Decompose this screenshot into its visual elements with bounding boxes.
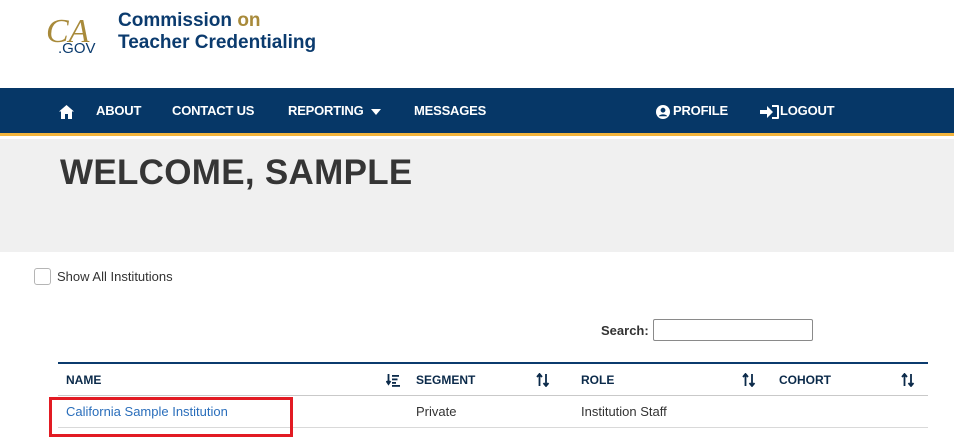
show-all-checkbox[interactable] xyxy=(34,267,51,285)
nav-reporting-label: REPORTING xyxy=(288,103,364,118)
agency-name-line1: Commission on xyxy=(118,10,316,32)
cell-segment: Private xyxy=(416,404,457,419)
page-title: WELCOME, SAMPLE xyxy=(60,153,413,192)
sort-both-icon[interactable] xyxy=(742,373,756,387)
sort-amount-down-icon[interactable] xyxy=(386,373,400,387)
nav-contact-us[interactable]: CONTACT US xyxy=(172,88,254,133)
sort-both-icon[interactable] xyxy=(901,373,915,387)
highlight-box xyxy=(49,397,293,437)
nav-profile[interactable]: PROFILE xyxy=(656,88,728,133)
col-header-name[interactable]: NAME xyxy=(66,364,101,396)
agency-name: Commission on Teacher Credentialing xyxy=(118,10,316,54)
nav-messages[interactable]: MESSAGES xyxy=(414,88,486,133)
main-navbar: ABOUT CONTACT US REPORTING MESSAGES PROF… xyxy=(0,88,954,136)
sort-both-icon[interactable] xyxy=(536,373,550,387)
cell-role: Institution Staff xyxy=(581,404,667,419)
gov-text: .GOV xyxy=(58,40,96,57)
nav-logout[interactable]: LOGOUT xyxy=(760,88,835,133)
search-input[interactable] xyxy=(652,319,813,341)
nav-home[interactable] xyxy=(59,88,74,133)
welcome-banner: WELCOME, SAMPLE xyxy=(0,139,954,252)
agency-name-on: on xyxy=(237,10,261,31)
table-search: Search: xyxy=(601,319,813,341)
col-header-cohort[interactable]: COHORT xyxy=(779,364,831,396)
agency-name-commission: Commission xyxy=(118,10,238,31)
show-all-institutions-toggle[interactable]: Show All Institutions xyxy=(34,266,173,286)
show-all-label: Show All Institutions xyxy=(57,268,173,284)
sign-in-icon xyxy=(760,104,779,119)
search-label: Search: xyxy=(601,322,649,338)
nav-about[interactable]: ABOUT xyxy=(96,88,141,133)
nav-logout-label: LOGOUT xyxy=(780,103,835,118)
ca-gov-logo-icon: CA .GOV xyxy=(46,13,96,57)
user-circle-icon xyxy=(656,104,670,119)
col-header-segment[interactable]: SEGMENT xyxy=(416,364,475,396)
home-icon xyxy=(59,104,74,119)
table-header: NAME SEGMENT ROLE COHORT xyxy=(58,362,928,396)
agency-name-line2: Teacher Credentialing xyxy=(118,32,317,53)
ctc-logo[interactable]: CA .GOV Commission on Teacher Credential… xyxy=(44,8,364,58)
caret-down-icon xyxy=(370,108,381,115)
nav-profile-label: PROFILE xyxy=(673,103,728,118)
col-header-role[interactable]: ROLE xyxy=(581,364,614,396)
nav-reporting[interactable]: REPORTING xyxy=(288,88,381,133)
